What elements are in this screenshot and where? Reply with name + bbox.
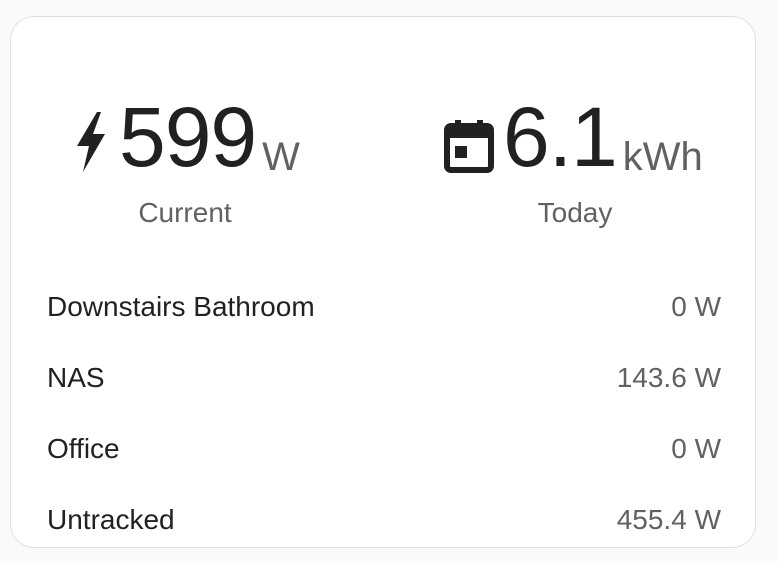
device-name: Downstairs Bathroom xyxy=(47,290,315,322)
device-row[interactable]: Untracked 455.4 W xyxy=(47,484,721,547)
device-name: Untracked xyxy=(47,503,175,535)
device-row[interactable]: Downstairs Bathroom 0 W xyxy=(47,271,721,342)
device-row[interactable]: NAS 143.6 W xyxy=(47,342,721,413)
today-energy-value: 6.1 xyxy=(503,90,618,184)
device-power: 0 W xyxy=(671,432,721,464)
energy-card: 599 W 6.1 kWh Current Today Downstairs B… xyxy=(10,16,756,548)
today-energy-unit: kWh xyxy=(622,135,703,179)
today-label: Today xyxy=(537,197,613,228)
device-power: 0 W xyxy=(671,290,721,322)
current-power-value: 599 xyxy=(119,90,257,184)
current-power-unit: W xyxy=(262,135,300,179)
device-power: 143.6 W xyxy=(616,361,721,393)
calendar-today-icon xyxy=(443,118,495,179)
current-power-stat[interactable]: 599 W xyxy=(71,79,300,179)
lightning-bolt-icon xyxy=(71,110,111,179)
device-list: Downstairs Bathroom 0 W NAS 143.6 W Offi… xyxy=(47,271,721,547)
device-name: Office xyxy=(47,432,120,464)
today-energy-stat[interactable]: 6.1 kWh xyxy=(443,79,703,179)
device-power: 455.4 W xyxy=(616,503,721,535)
device-name: NAS xyxy=(47,361,105,393)
current-label: Current xyxy=(138,197,232,228)
device-row[interactable]: Office 0 W xyxy=(47,413,721,484)
